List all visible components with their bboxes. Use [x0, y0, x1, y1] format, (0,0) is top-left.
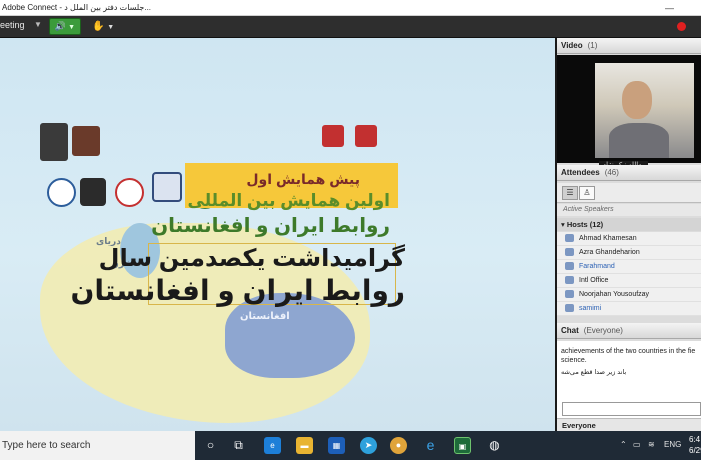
- presenter-body: [609, 123, 669, 158]
- minimize-button[interactable]: —: [665, 0, 674, 16]
- host-icon: [565, 234, 574, 243]
- taskbar-search-input[interactable]: Type here to search: [0, 431, 195, 460]
- role-view-icon[interactable]: ♙: [579, 186, 595, 200]
- window-title: Adobe Connect - جلسات دفتر بین الملل د..…: [2, 3, 152, 12]
- speaker-toggle-button[interactable]: 🔊 ▼: [49, 18, 81, 35]
- chat-message-line: achievements of the two countries in the…: [561, 348, 696, 355]
- chat-pod-header[interactable]: Chat (Everyone): [557, 323, 701, 339]
- attendee-row[interactable]: samimi: [557, 302, 701, 316]
- wifi-icon[interactable]: ≋: [648, 440, 655, 449]
- video-pod-title: Video: [561, 41, 583, 50]
- sponsor-logo-icon: [80, 178, 106, 206]
- file-explorer-icon[interactable]: ▬: [296, 437, 313, 454]
- system-clock[interactable]: 6:4 6/29: [689, 434, 701, 456]
- chrome-icon[interactable]: ●: [390, 437, 407, 454]
- attendee-row[interactable]: Intl Office: [557, 274, 701, 288]
- host-icon: [565, 276, 574, 285]
- chat-message-line: science.: [561, 357, 587, 364]
- recording-indicator-icon[interactable]: [677, 22, 686, 31]
- attendee-name: Intl Office: [579, 277, 609, 284]
- attendee-name: Azra Ghandeharion: [579, 249, 640, 256]
- poster-centenary-line1: گرامیداشت یکصدمین سال: [98, 245, 405, 272]
- meeting-menubar: eeting ▼ 🔊 ▼ ✋ ▼: [0, 16, 701, 38]
- input-language[interactable]: ENG: [664, 440, 681, 449]
- window-titlebar: Adobe Connect - جلسات دفتر بین الملل د..…: [0, 0, 701, 16]
- attendees-toolbar: ☰ ♙: [557, 183, 701, 203]
- attendee-name: Farahmand: [579, 263, 615, 270]
- speaker-icon: 🔊: [54, 21, 67, 31]
- network-icon[interactable]: ▭: [633, 440, 641, 449]
- cortana-icon[interactable]: ○: [202, 437, 219, 454]
- speaker-dropdown-icon[interactable]: ▼: [68, 24, 75, 31]
- attendee-row[interactable]: Noorjahan Yousoufzay: [557, 288, 701, 302]
- active-speakers-row: Active Speakers: [557, 204, 701, 216]
- windows-taskbar: Type here to search ○ ⧉ e ▬ ▦ ➤ ● e ▣ ◍ …: [0, 431, 701, 460]
- host-icon: [565, 262, 574, 271]
- chat-message: باند زیر صدا قطع می‌شه: [561, 369, 627, 376]
- video-pod: یدالله نیک نژاد: [557, 55, 701, 171]
- emblem-logo-icon: [355, 125, 377, 147]
- video-pod-header[interactable]: Video (1): [557, 38, 701, 54]
- chat-pod: achievements of the two countries in the…: [557, 341, 701, 432]
- attendee-row[interactable]: Farahmand: [557, 260, 701, 274]
- university-logo-icon: [40, 123, 68, 161]
- app-taskbar-icon[interactable]: ◍: [486, 437, 503, 454]
- sponsor-logo-icon: [115, 178, 144, 207]
- attendee-row[interactable]: Azra Ghandeharion: [557, 246, 701, 260]
- chat-input[interactable]: [562, 402, 701, 416]
- poster-conference-line2: روابط ایران و افغانستان: [151, 215, 390, 237]
- chat-pod-title: Chat: [561, 326, 579, 335]
- sponsor-logo-icon: [47, 178, 76, 207]
- map-label-afghanistan: افغانستان: [240, 311, 290, 322]
- adobe-connect-taskbar-icon[interactable]: ▣: [454, 437, 471, 454]
- chat-pod-scope: (Everyone): [583, 326, 623, 335]
- active-speakers-label: Active Speakers: [563, 206, 614, 213]
- attendees-pod-header[interactable]: Attendees (46): [557, 165, 701, 181]
- raise-hand-button[interactable]: ✋ ▼: [92, 18, 122, 35]
- attendee-name: samimi: [579, 305, 602, 312]
- attendee-name: Ahmad Khamesan: [579, 235, 637, 242]
- attendee-row[interactable]: Ahmad Khamesan: [557, 232, 701, 246]
- raise-hand-icon: ✋: [92, 21, 105, 32]
- clock-date: 6/29: [689, 446, 701, 455]
- host-icon: [565, 304, 574, 313]
- telegram-icon[interactable]: ➤: [360, 437, 377, 454]
- meeting-menu-caret-icon[interactable]: ▼: [34, 20, 42, 29]
- share-pod-stage: افغانستان دریای خزر پیش همایش اول اولین …: [0, 38, 555, 431]
- hosts-list: Ahmad Khamesan Azra Ghandeharion Farahma…: [557, 232, 701, 316]
- poster-conference-line1: اولین همایش بین المللی: [187, 191, 390, 210]
- store-icon[interactable]: ▦: [328, 437, 345, 454]
- chat-message: achievements of the two countries in the…: [561, 347, 701, 365]
- video-pod-count: (1): [587, 41, 598, 50]
- host-icon: [565, 290, 574, 299]
- raise-hand-dropdown-icon[interactable]: ▼: [107, 24, 114, 31]
- attendees-pod-count: (46): [604, 168, 619, 177]
- list-view-icon[interactable]: ☰: [562, 186, 578, 200]
- attendee-name: Noorjahan Yousoufzay: [579, 291, 650, 298]
- webcam-video[interactable]: [595, 63, 694, 158]
- host-icon: [565, 248, 574, 257]
- tray-arrow-icon[interactable]: ⌃: [620, 440, 627, 449]
- sponsor-logo-icon: [152, 172, 182, 202]
- presenter-face: [622, 81, 652, 119]
- edge-icon[interactable]: e: [264, 437, 281, 454]
- chat-recipient-selector[interactable]: Everyone: [557, 418, 701, 432]
- hosts-group-header[interactable]: ▾ Hosts (12): [557, 218, 701, 231]
- poster-centenary-line2: روابط ایران و افغانستان: [70, 275, 405, 306]
- attendees-pod-title: Attendees: [561, 168, 600, 177]
- poster-pre-conference: پیش همایش اول: [246, 171, 360, 187]
- meeting-menu[interactable]: eeting: [0, 20, 25, 30]
- clock-time: 6:4: [689, 435, 701, 444]
- internet-explorer-icon[interactable]: e: [422, 437, 439, 454]
- task-view-icon[interactable]: ⧉: [230, 437, 247, 454]
- institute-logo-icon: [72, 126, 100, 156]
- right-pods-panel: Video (1) یدالله نیک نژاد Attendees (46) ☰…: [557, 38, 701, 432]
- emblem-logo-icon: [322, 125, 344, 147]
